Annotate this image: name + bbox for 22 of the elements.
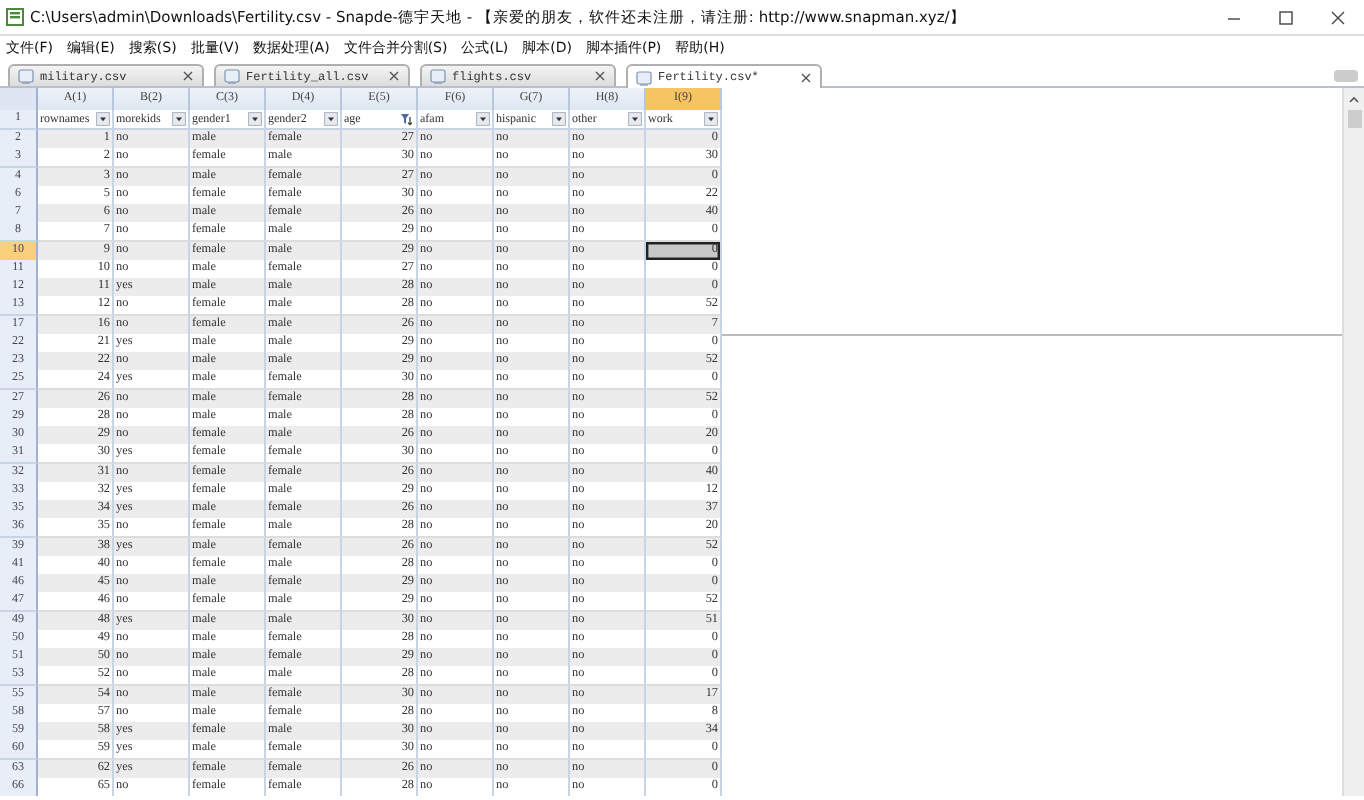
dropdown-icon[interactable] [628,112,642,126]
dropdown-icon[interactable] [476,112,490,126]
scroll-thumb[interactable] [1347,110,1361,128]
dropdown-icon[interactable] [552,112,566,126]
close-icon[interactable] [800,71,812,83]
dropdown-icon[interactable] [172,112,186,126]
close-icon [1330,9,1346,25]
dropdown-icon[interactable] [96,112,110,126]
dropdown-icon[interactable] [704,112,718,126]
close-icon[interactable] [182,70,194,82]
close-icon[interactable] [388,70,400,82]
dropdown-icon[interactable] [324,112,338,126]
file-icon [430,68,446,84]
file-icon [636,69,652,85]
file-icon [224,68,240,84]
maximize-icon [1278,9,1294,25]
scroll-up-icon[interactable] [1346,92,1362,108]
app-icon [6,8,24,26]
dropdown-icon[interactable] [248,112,262,126]
filter-icon[interactable] [400,112,414,126]
file-icon [18,68,34,84]
close-icon[interactable] [594,70,606,82]
